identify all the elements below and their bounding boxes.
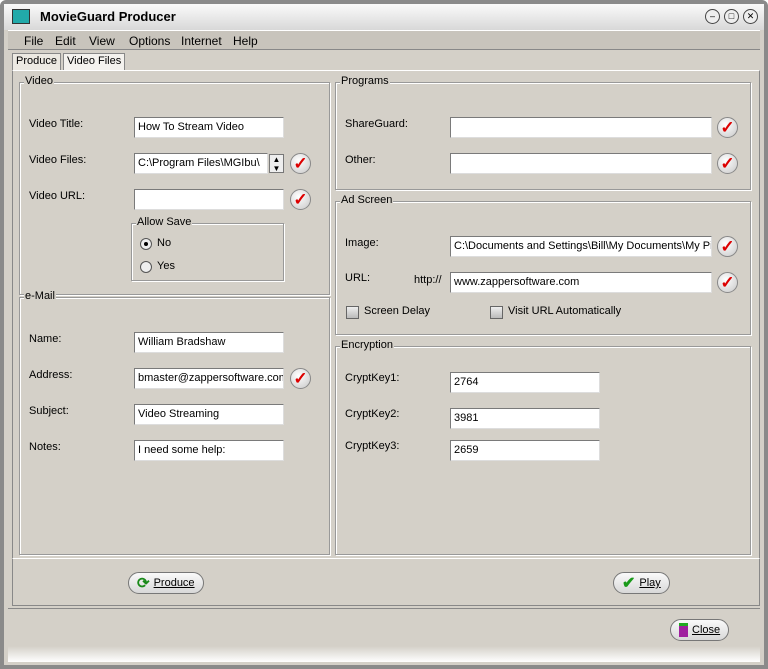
cryptkey1-input[interactable]: 2764 [450, 372, 600, 393]
video-files-label: Video Files: [29, 154, 87, 166]
produce-button[interactable]: ⟳ Produce [128, 572, 204, 594]
radio-no-label: No [157, 237, 172, 249]
menu-view[interactable]: View [89, 34, 115, 48]
play-button[interactable]: ✔ Play [613, 572, 670, 594]
app-icon [12, 9, 30, 24]
visit-url-label: Visit URL Automatically [508, 305, 622, 317]
name-input[interactable]: William Bradshaw [134, 332, 284, 353]
other-input[interactable] [450, 153, 712, 174]
radio-no[interactable] [140, 238, 152, 250]
cryptkey2-input[interactable]: 3981 [450, 408, 600, 429]
cryptkey3-input[interactable]: 2659 [450, 440, 600, 461]
shareguard-check-icon[interactable]: ✓ [717, 117, 738, 138]
menu-bar: File Edit View Options Internet Help [8, 30, 760, 50]
encryption-group-label: Encryption [340, 339, 394, 351]
footer-panel: Close [8, 608, 760, 662]
encryption-group: Encryption CryptKey1: 2764 CryptKey2: 39… [335, 339, 751, 555]
menu-help[interactable]: Help [233, 34, 258, 48]
radio-yes-label: Yes [157, 260, 175, 272]
ad-url-input[interactable]: www.zappersoftware.com [450, 272, 712, 293]
screen-delay-label: Screen Delay [364, 305, 431, 317]
window-title: MovieGuard Producer [40, 9, 176, 24]
image-input[interactable]: C:\Documents and Settings\Bill\My Docume… [450, 236, 712, 257]
close-button[interactable]: Close [670, 619, 730, 641]
menu-options[interactable]: Options [129, 34, 170, 48]
menu-internet[interactable]: Internet [181, 34, 222, 48]
play-label: Play [639, 577, 661, 589]
ad-screen-group: Ad Screen Image: C:\Documents and Settin… [335, 194, 751, 335]
other-check-icon[interactable]: ✓ [717, 153, 738, 174]
produce-label: Produce [153, 577, 195, 589]
video-files-check-icon[interactable]: ✓ [290, 153, 311, 174]
door-exit-icon [679, 623, 688, 637]
cryptkey1-label: CryptKey1: [345, 372, 400, 384]
video-url-check-icon[interactable]: ✓ [290, 189, 311, 210]
cryptkey2-label: CryptKey2: [345, 408, 400, 420]
cryptkey3-label: CryptKey3: [345, 440, 400, 452]
address-label: Address: [29, 369, 73, 381]
subject-input[interactable]: Video Streaming [134, 404, 284, 425]
programs-group-label: Programs [340, 75, 390, 87]
allow-save-group: Allow Save No Yes [131, 216, 284, 281]
tab-content: Video Video Title: How To Stream Video V… [12, 70, 760, 559]
address-input[interactable]: bmaster@zappersoftware.com [134, 368, 284, 389]
video-title-input[interactable]: How To Stream Video [134, 117, 284, 138]
video-group-label: Video [24, 75, 54, 87]
shareguard-label: ShareGuard: [345, 118, 408, 130]
allow-save-label: Allow Save [136, 216, 193, 228]
address-check-icon[interactable]: ✓ [290, 368, 311, 389]
video-url-label: Video URL: [29, 190, 86, 202]
main-window: MovieGuard Producer – □ ✕ File Edit View… [0, 0, 768, 669]
image-label: Image: [345, 237, 379, 249]
tab-produce[interactable]: Produce [12, 53, 61, 70]
ad-url-label: URL: [345, 272, 371, 284]
image-check-icon[interactable]: ✓ [717, 236, 738, 257]
screen-delay-checkbox[interactable] [346, 306, 359, 319]
menu-file[interactable]: File [24, 34, 43, 48]
notes-label: Notes: [29, 441, 61, 453]
notes-input[interactable]: I need some help: [134, 440, 284, 461]
video-files-spinner[interactable]: ▲ ▼ [269, 154, 284, 173]
visit-url-checkbox[interactable] [490, 306, 503, 319]
checkmark-icon: ✔ [622, 575, 636, 592]
minimize-button[interactable]: – [705, 9, 720, 24]
subject-label: Subject: [29, 405, 69, 417]
tab-video-files[interactable]: Video Files [63, 53, 126, 70]
video-files-input[interactable]: C:\Program Files\MGIbu\ [134, 153, 268, 174]
name-label: Name: [29, 333, 62, 345]
http-prefix: http:// [414, 274, 442, 286]
title-bar: MovieGuard Producer – □ ✕ [4, 4, 764, 30]
video-url-input[interactable] [134, 189, 284, 210]
menu-edit[interactable]: Edit [55, 34, 76, 48]
close-label: Close [692, 624, 721, 636]
ad-url-check-icon[interactable]: ✓ [717, 272, 738, 293]
close-window-button[interactable]: ✕ [743, 9, 758, 24]
ad-screen-group-label: Ad Screen [340, 194, 394, 206]
email-group-label: e-Mail [24, 290, 56, 302]
shareguard-input[interactable] [450, 117, 712, 138]
maximize-button[interactable]: □ [724, 9, 739, 24]
video-title-label: Video Title: [29, 118, 84, 130]
email-group: e-Mail Name: William Bradshaw Address: b… [19, 290, 330, 555]
radio-yes[interactable] [140, 261, 152, 273]
refresh-icon: ⟳ [137, 575, 150, 592]
programs-group: Programs ShareGuard: ✓ Other: ✓ [335, 75, 751, 190]
video-group: Video Video Title: How To Stream Video V… [19, 75, 330, 295]
other-label: Other: [345, 154, 376, 166]
action-panel: ⟳ Produce ✔ Play [12, 558, 760, 606]
